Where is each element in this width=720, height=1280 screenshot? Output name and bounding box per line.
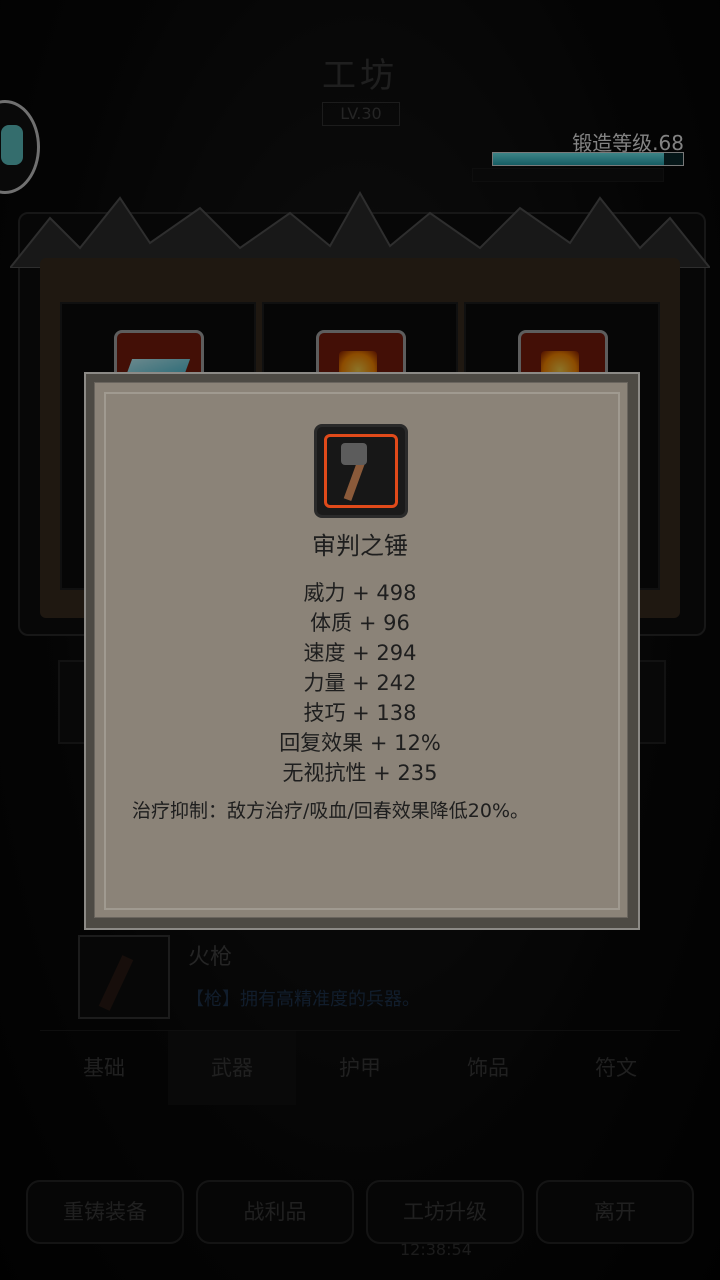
item-icon-frame xyxy=(314,424,408,518)
stat-line: 无视抗性 + 235 xyxy=(282,761,438,785)
stat-line: 力量 + 242 xyxy=(303,671,417,695)
item-name: 审判之锤 xyxy=(312,532,408,560)
stat-line: 技巧 + 138 xyxy=(303,701,417,725)
stat-line: 体质 + 96 xyxy=(310,611,410,635)
stat-line: 速度 + 294 xyxy=(303,641,417,665)
stat-line: 威力 + 498 xyxy=(303,581,417,605)
stat-line: 回复效果 + 12% xyxy=(279,731,441,755)
hammer-icon xyxy=(324,434,398,508)
special-effect: 治疗抑制：敌方治疗/吸血/回春效果降低20%。 xyxy=(132,800,530,822)
item-stats: 威力 + 498 体质 + 96 速度 + 294 力量 + 242 技巧 + … xyxy=(0,578,720,788)
